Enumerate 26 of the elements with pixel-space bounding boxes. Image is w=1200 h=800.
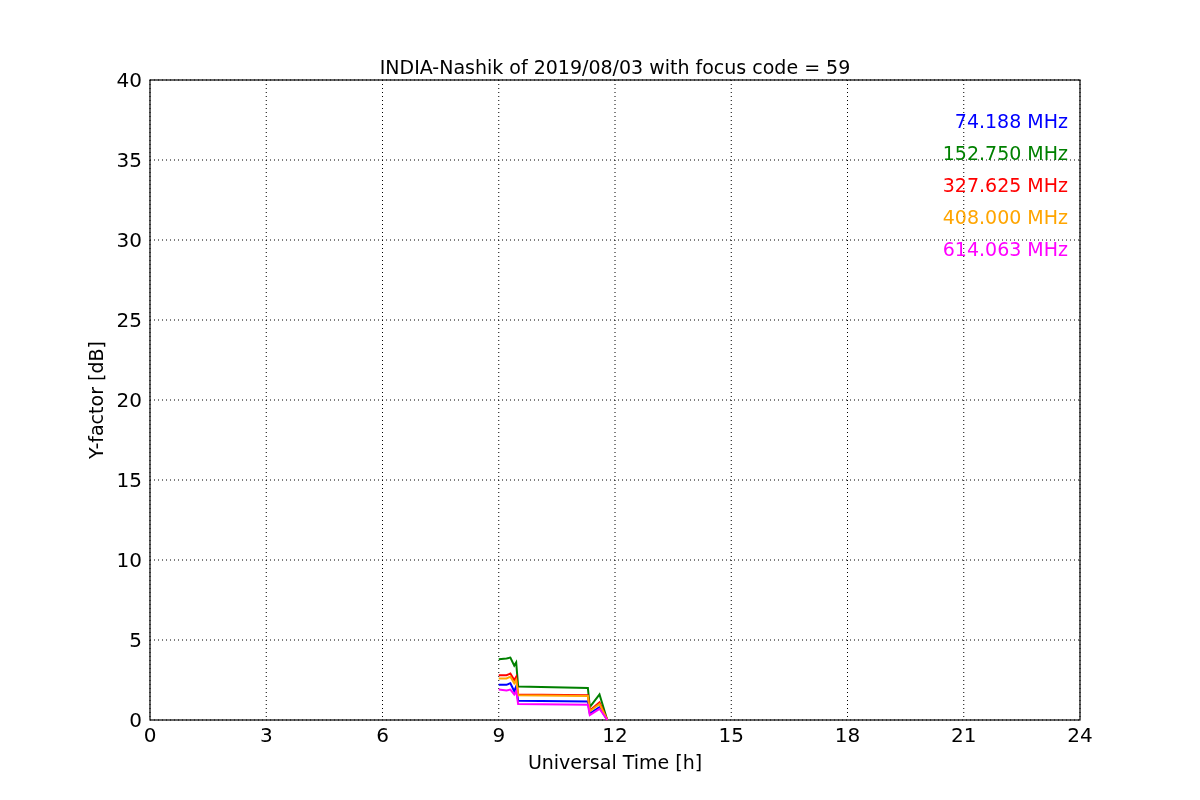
- y-tick-label: 5: [129, 628, 142, 652]
- y-tick-label: 40: [116, 68, 142, 92]
- x-tick-label: 12: [602, 723, 628, 747]
- y-tick-label: 15: [116, 468, 142, 492]
- x-tick-label: 6: [376, 723, 389, 747]
- x-tick-label: 3: [259, 723, 273, 747]
- x-tick-label: 9: [492, 723, 506, 747]
- legend-label: 614.063 MHz: [942, 238, 1068, 260]
- legend-label: 74.188 MHz: [954, 110, 1068, 132]
- y-tick-label: 30: [116, 228, 142, 252]
- legend-label: 408.000 MHz: [942, 206, 1068, 228]
- x-axis-label: Universal Time [h]: [527, 751, 703, 773]
- x-tick-label: 24: [1067, 723, 1093, 747]
- y-tick-label: 35: [116, 148, 142, 172]
- y-tick-label: 0: [129, 708, 142, 732]
- y-tick-label: 25: [116, 308, 142, 332]
- y-axis-label: Y-factor [dB]: [85, 341, 107, 459]
- x-tick-label: 18: [834, 723, 861, 747]
- x-tick-label: 0: [143, 723, 157, 747]
- y-tick-label: 10: [116, 548, 142, 572]
- y-tick-label: 20: [116, 388, 142, 412]
- chart-title: INDIA-Nashik of 2019/08/03 with focus code = 59: [379, 56, 851, 78]
- legend-label: 327.625 MHz: [942, 174, 1068, 196]
- legend-label: 152.750 MHz: [942, 142, 1068, 164]
- x-tick-label: 15: [718, 723, 744, 747]
- x-tick-label: 21: [951, 723, 977, 747]
